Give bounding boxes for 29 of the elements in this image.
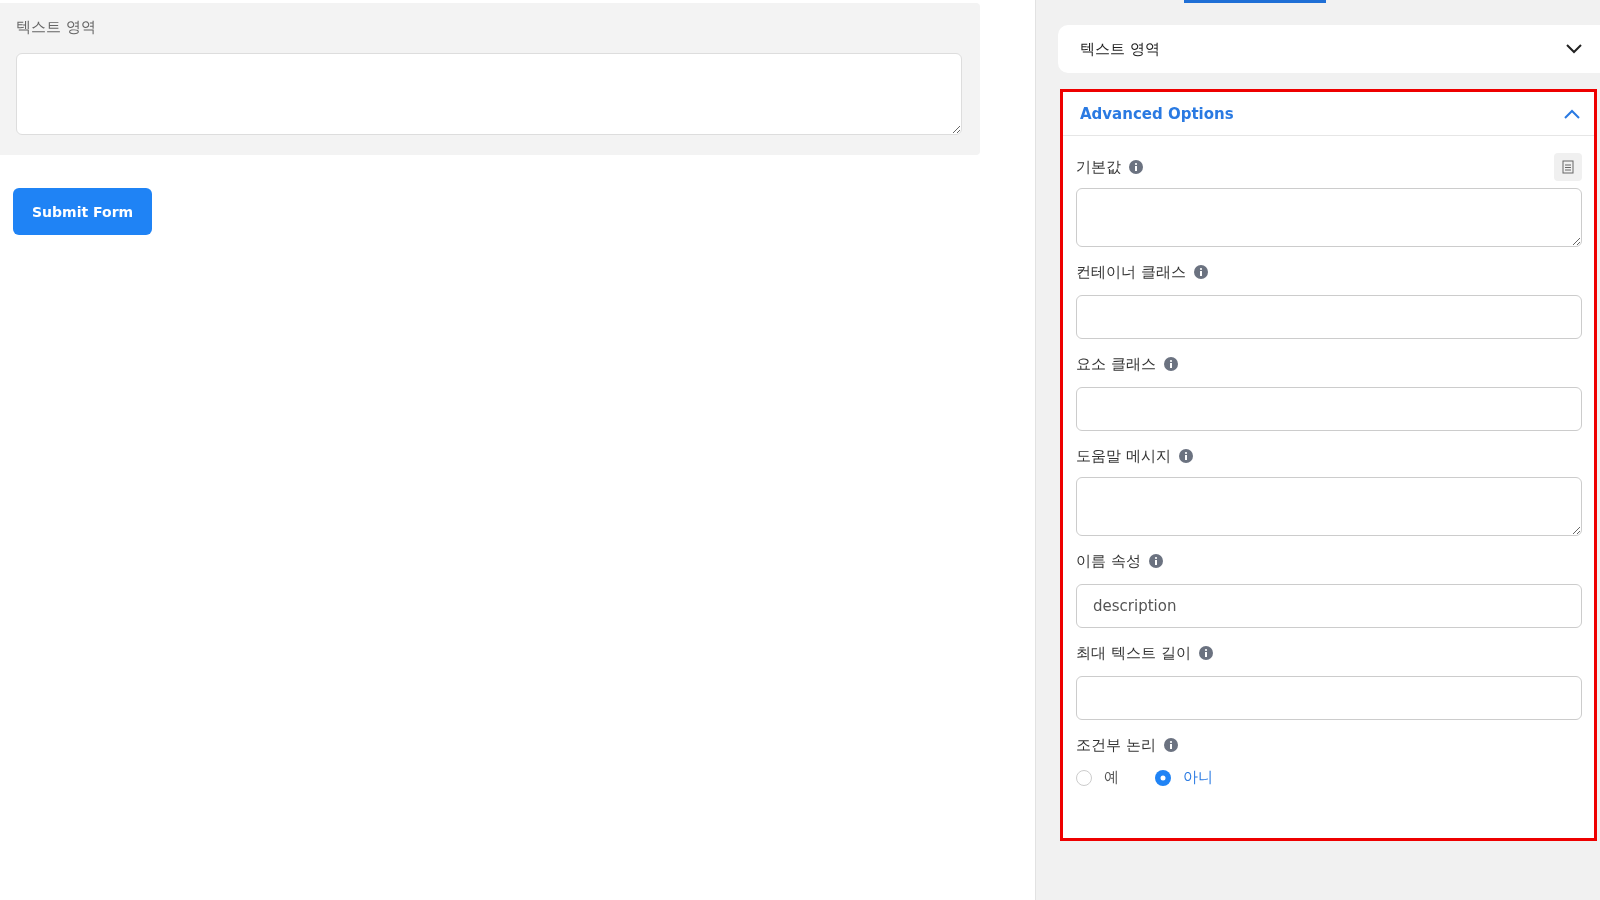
info-icon[interactable] <box>1129 160 1143 174</box>
accordion-header[interactable]: 텍스트 영역 <box>1058 25 1600 73</box>
info-icon[interactable] <box>1198 646 1213 660</box>
input-field[interactable] <box>1076 676 1582 720</box>
radio-label[interactable]: 아니 <box>1183 768 1213 787</box>
field-label: 이름 속성 <box>1076 551 1141 571</box>
radio-label[interactable]: 예 <box>1104 768 1119 787</box>
field-label: 기본값 <box>1076 157 1121 177</box>
info-icon[interactable] <box>1163 357 1178 371</box>
field-label: 조건부 논리 <box>1076 735 1156 755</box>
info-icon[interactable] <box>1193 265 1208 279</box>
field-label: 도움말 메시지 <box>1076 446 1171 466</box>
field-label: 텍스트 영역 <box>16 18 96 37</box>
info-icon[interactable] <box>1178 449 1193 463</box>
chevron-icon[interactable] <box>1566 44 1582 54</box>
radio-button[interactable] <box>1155 769 1171 786</box>
info-icon[interactable] <box>1148 554 1163 568</box>
field-label: 최대 텍스트 길이 <box>1076 643 1191 663</box>
accordion-title[interactable]: Advanced Options <box>1080 104 1234 123</box>
field-label: 요소 클래스 <box>1076 354 1156 374</box>
submit-button[interactable]: Submit Form <box>13 188 153 235</box>
input-field[interactable] <box>1076 295 1582 339</box>
field-label: 컨테이너 클래스 <box>1076 262 1186 282</box>
info-icon[interactable] <box>1163 738 1178 752</box>
input-field[interactable] <box>1076 387 1582 431</box>
radio-button[interactable] <box>1076 769 1092 786</box>
input-field[interactable]: description <box>1076 584 1582 628</box>
accordion-title: 텍스트 영역 <box>1080 39 1160 59</box>
document-icon <box>1561 160 1575 174</box>
